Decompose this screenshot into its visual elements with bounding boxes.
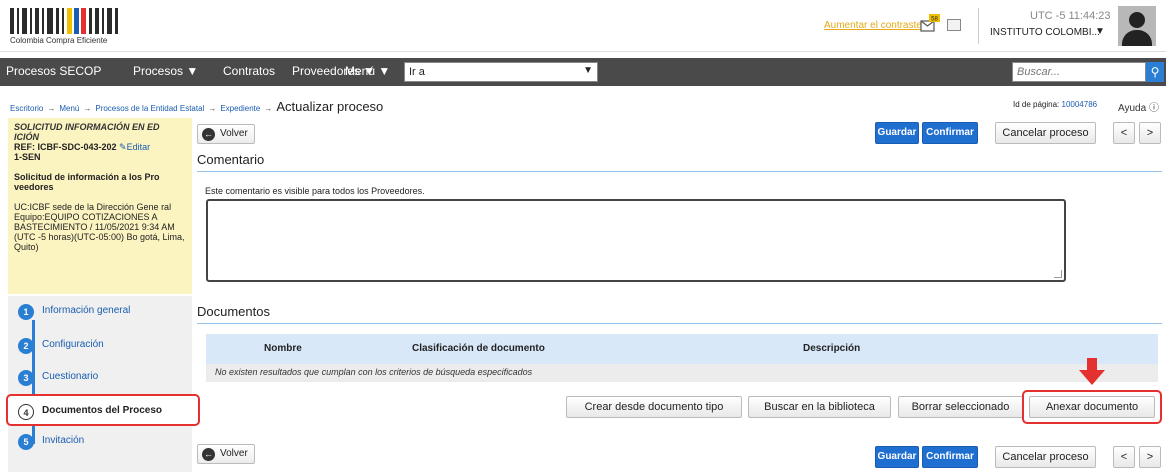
- back-label: Volver: [220, 128, 248, 139]
- save-button-bottom[interactable]: Guardar: [875, 446, 919, 468]
- colombia-compra-logo[interactable]: Colombia Compra Eficiente: [10, 8, 122, 46]
- nav-procesos[interactable]: Procesos ▼: [133, 64, 198, 78]
- nav-menu-label[interactable]: Menú ▼: [345, 64, 390, 78]
- documents-table: Nombre Clasificación de documento Descri…: [206, 334, 1158, 382]
- page-title: Actualizar proceso: [276, 99, 384, 114]
- column-clasificacion[interactable]: Clasificación de documento: [412, 343, 545, 354]
- back-button-bottom[interactable]: ← Volver: [197, 444, 255, 464]
- arrow-left-icon: ←: [202, 128, 215, 141]
- resize-grip-icon[interactable]: [1054, 270, 1062, 278]
- page: Colombia Compra Eficiente Aumentar el co…: [0, 0, 1166, 472]
- breadcrumb-expediente[interactable]: Expediente: [220, 104, 260, 113]
- process-reference: REF: ICBF-SDC-043-202 ✎Editar: [14, 142, 186, 152]
- user-time: UTC -5 11:44:23: [1030, 10, 1111, 22]
- breadcrumb: Escritorio → Menú → Procesos de la Entidad E…: [10, 99, 384, 114]
- confirm-button-bottom[interactable]: Confirmar: [922, 446, 978, 468]
- next-button-bottom[interactable]: >: [1139, 446, 1161, 468]
- process-ref-suffix: 1-SEN: [14, 152, 41, 162]
- goto-select[interactable]: Ir a ▼: [404, 62, 598, 82]
- column-nombre[interactable]: Nombre: [264, 343, 302, 354]
- next-button[interactable]: >: [1139, 122, 1161, 144]
- increase-contrast-link[interactable]: Aumentar el contraste: [824, 20, 922, 31]
- previous-button-bottom[interactable]: <: [1113, 446, 1135, 468]
- edit-link[interactable]: ✎Editar: [119, 142, 150, 152]
- help-icon: ⓘ: [1148, 103, 1159, 114]
- search-input[interactable]: [1013, 63, 1141, 81]
- main-nav: Procesos SECOP Procesos ▼ Contratos Prov…: [0, 58, 1166, 86]
- step-configuracion[interactable]: 2 Configuración: [8, 330, 192, 362]
- process-steps: 1 Información general 2 Configuración 3 …: [6, 296, 200, 472]
- comment-textarea-frame: [206, 199, 1066, 282]
- search-library-button[interactable]: Buscar en la biblioteca: [748, 396, 891, 418]
- nav-contratos[interactable]: Contratos: [223, 64, 275, 78]
- divider: [978, 8, 979, 44]
- arrow-left-icon: ←: [202, 448, 215, 461]
- comment-visibility-note: Este comentario es visible para todos lo…: [205, 186, 425, 196]
- process-team: Equipo:EQUIPO COTIZACIONES A BASTECIMIEN…: [14, 212, 185, 252]
- step-invitacion[interactable]: 5 Invitación: [8, 426, 192, 458]
- top-header: Colombia Compra Eficiente Aumentar el co…: [0, 0, 1166, 52]
- process-description: Solicitud de información a los Pro veedo…: [14, 172, 160, 192]
- breadcrumb-escritorio[interactable]: Escritorio: [10, 104, 43, 113]
- search-box[interactable]: [1012, 62, 1146, 82]
- edit-label: Editar: [126, 142, 151, 152]
- page-id: Id de página: 10004786: [1013, 100, 1097, 109]
- search-icon[interactable]: ⚲: [1146, 62, 1164, 82]
- step-cuestionario[interactable]: 3 Cuestionario: [8, 362, 192, 394]
- create-from-template-button[interactable]: Crear desde documento tipo: [566, 396, 742, 418]
- process-summary: SOLICITUD INFORMACIÓN EN ED ICIÓN REF: I…: [8, 118, 192, 294]
- section-divider: [197, 323, 1162, 324]
- section-divider: [197, 171, 1162, 172]
- step-documentos-del-proceso[interactable]: 4 Documentos del Proceso: [6, 394, 200, 426]
- back-button[interactable]: ← Volver: [197, 124, 255, 144]
- page-id-value: 10004786: [1061, 100, 1098, 109]
- cancel-process-button-bottom[interactable]: Cancelar proceso: [995, 446, 1096, 468]
- step-number: 3: [18, 370, 34, 386]
- confirm-button[interactable]: Confirmar: [922, 122, 978, 144]
- notification-icon[interactable]: 58: [920, 14, 940, 34]
- page-id-label: Id de página:: [1013, 100, 1060, 109]
- notification-count: 58: [931, 17, 938, 23]
- breadcrumb-procesos[interactable]: Procesos de la Entidad Estatal: [95, 104, 204, 113]
- step-number: 2: [18, 338, 34, 354]
- delete-selected-button[interactable]: Borrar seleccionado: [898, 396, 1023, 418]
- help-label: Ayuda: [1118, 103, 1147, 114]
- column-descripcion[interactable]: Descripción: [803, 343, 860, 354]
- step-number: 4: [18, 404, 34, 420]
- arrow-down-icon: [1079, 358, 1105, 385]
- documents-table-header: Nombre Clasificación de documento Descri…: [206, 334, 1158, 364]
- empty-results-message: No existen resultados que cumplan con lo…: [215, 367, 533, 377]
- previous-button[interactable]: <: [1113, 122, 1135, 144]
- messages-icon[interactable]: [947, 19, 961, 31]
- nav-procesos-secop[interactable]: Procesos SECOP: [6, 64, 101, 78]
- chevron-down-icon: ▼: [583, 65, 593, 76]
- table-row: No existen resultados que cumplan con lo…: [206, 364, 1158, 382]
- comment-section-title: Comentario: [197, 152, 265, 167]
- process-status-title: SOLICITUD INFORMACIÓN EN ED ICIÓN: [14, 122, 160, 142]
- logo-barcode-icon: [10, 8, 122, 34]
- save-button[interactable]: Guardar: [875, 122, 919, 144]
- step-number: 5: [18, 434, 34, 450]
- goto-value: Ir a: [409, 66, 425, 78]
- step-informacion-general[interactable]: 1 Información general: [8, 296, 192, 328]
- avatar[interactable]: [1118, 6, 1156, 46]
- step-label: Cuestionario: [42, 371, 99, 382]
- documents-section-title: Documentos: [197, 304, 270, 319]
- help-link[interactable]: Ayuda ⓘ: [1118, 99, 1159, 114]
- step-label: Documentos del Proceso: [42, 405, 163, 416]
- cancel-process-button[interactable]: Cancelar proceso: [995, 122, 1096, 144]
- breadcrumb-menu[interactable]: Menú: [59, 104, 79, 113]
- attach-document-highlight: [1022, 390, 1162, 424]
- step-label: Invitación: [42, 435, 85, 446]
- chevron-down-icon[interactable]: ▼: [1095, 26, 1105, 37]
- step-number: 1: [18, 304, 34, 320]
- step-label: Información general: [42, 305, 131, 316]
- process-unit: UC:ICBF sede de la Dirección Gene ral: [14, 202, 172, 212]
- back-label: Volver: [220, 448, 248, 459]
- process-ref-text: REF: ICBF-SDC-043-202: [14, 142, 117, 152]
- step-label: Configuración: [42, 339, 104, 350]
- logo-text: Colombia Compra Eficiente: [10, 36, 108, 45]
- comment-textarea[interactable]: [208, 201, 1064, 280]
- user-organization[interactable]: INSTITUTO COLOMBI...: [990, 27, 1100, 38]
